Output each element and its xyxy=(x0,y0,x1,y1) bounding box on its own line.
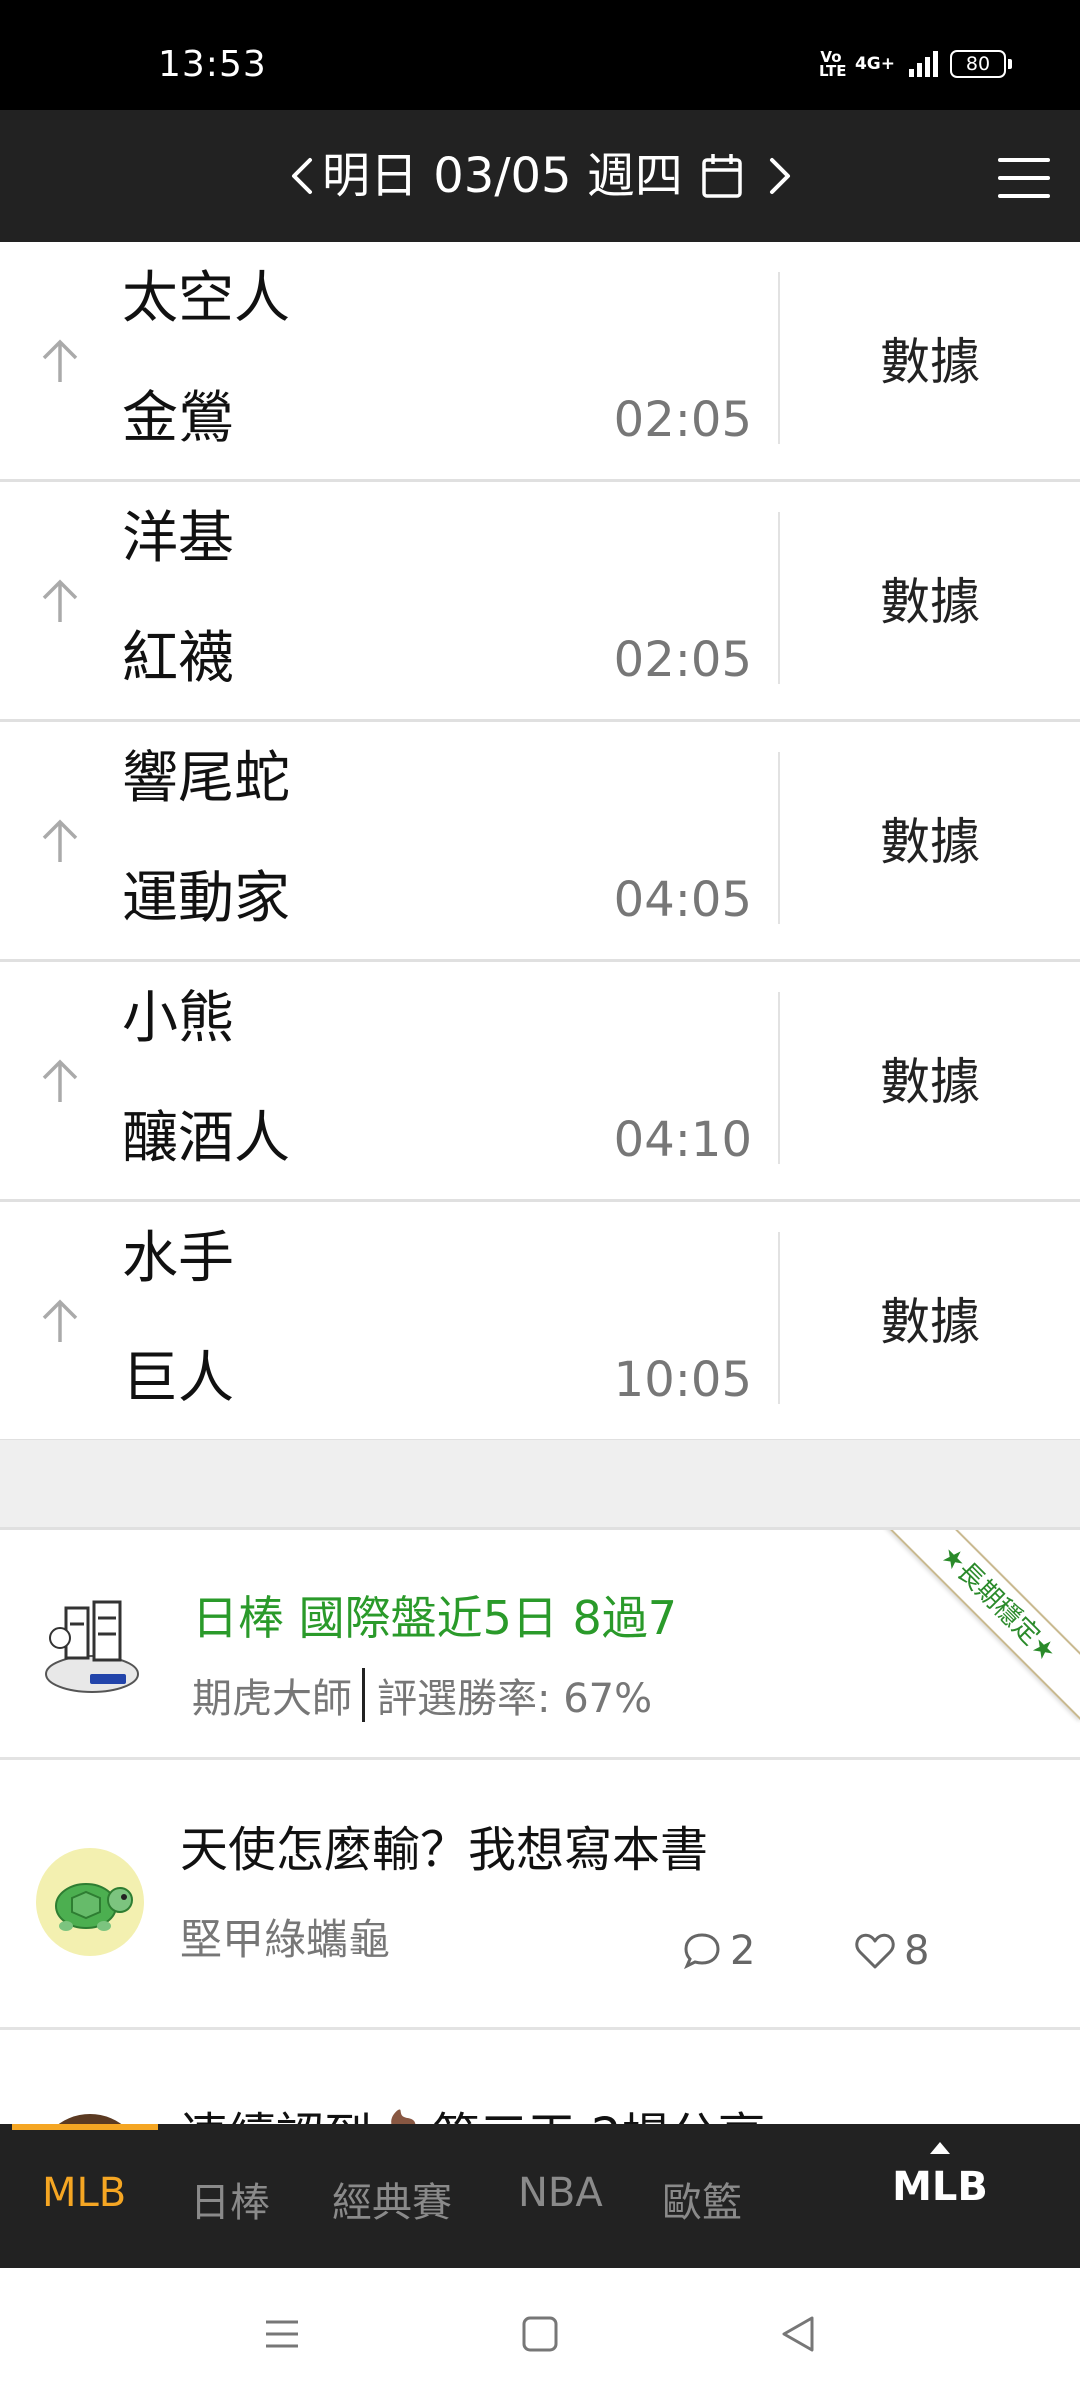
long-term-stable-badge: ★長期穩定★ xyxy=(882,1530,1080,1720)
post-title[interactable]: 連續認到💩第三天 2場分享 xyxy=(180,2096,766,2124)
games-list: 太空人 金鶯 02:05 數據 洋基 紅襪 02:05 數據 響尾蛇 運動家 0… xyxy=(0,242,1080,1442)
arrow-up-icon[interactable] xyxy=(38,336,82,386)
meta-separator xyxy=(362,1668,365,1722)
stats-button[interactable]: 數據 xyxy=(780,722,1080,962)
team-home: 紅襪 xyxy=(122,626,234,691)
like-count[interactable]: 8 xyxy=(854,1928,929,1974)
arrow-up-icon[interactable] xyxy=(38,1056,82,1106)
team-away: 水手 xyxy=(122,1226,234,1291)
comment-icon xyxy=(684,1933,720,1970)
team-away: 響尾蛇 xyxy=(122,746,290,811)
stats-button[interactable]: 數據 xyxy=(780,482,1080,722)
volte-icon: Vo LTE xyxy=(818,48,847,80)
game-time: 02:05 xyxy=(613,632,752,688)
heart-icon xyxy=(855,1933,895,1969)
tab-classic[interactable]: 經典賽 xyxy=(332,2170,452,2228)
tab-nba[interactable]: NBA xyxy=(518,2170,603,2216)
system-nav-bar xyxy=(0,2268,1080,2400)
game-time: 10:05 xyxy=(613,1352,752,1408)
avatar[interactable] xyxy=(36,2114,144,2124)
back-icon[interactable] xyxy=(776,2312,820,2356)
arrow-up-icon[interactable] xyxy=(38,816,82,866)
tab-mlb[interactable]: MLB xyxy=(42,2170,126,2216)
forum-post-partial[interactable]: 連續認到💩第三天 2場分享 xyxy=(0,2030,1080,2124)
expert-logo-icon xyxy=(45,1600,139,1693)
tip-card[interactable]: 日棒 國際盤近5日 8過7 期虎大師 評選勝率: 67% ★長期穩定★ xyxy=(0,1530,1080,1760)
caret-up-icon xyxy=(930,2142,950,2154)
menu-icon[interactable] xyxy=(998,158,1050,198)
post-title[interactable]: 天使怎麼輸？我想寫本書 xyxy=(180,1810,708,1880)
tip-meta: 期虎大師 評選勝率: 67% xyxy=(192,1666,652,1724)
tip-title: 日棒 國際盤近5日 8過7 xyxy=(192,1591,678,1645)
game-time: 02:05 xyxy=(613,392,752,448)
game-row[interactable]: 小熊 釀酒人 04:10 數據 xyxy=(0,962,1080,1202)
stats-button[interactable]: 數據 xyxy=(780,962,1080,1202)
tip-author: 期虎大師 xyxy=(192,1676,352,1722)
game-time: 04:10 xyxy=(613,1112,752,1168)
active-tab-indicator xyxy=(12,2124,158,2130)
game-row[interactable]: 太空人 金鶯 02:05 數據 xyxy=(0,242,1080,482)
game-row[interactable]: 洋基 紅襪 02:05 數據 xyxy=(0,482,1080,722)
team-home: 巨人 xyxy=(122,1346,234,1411)
avatar[interactable] xyxy=(36,1848,144,1956)
date-label[interactable]: 明日 03/05 週四 xyxy=(322,144,683,208)
league-selector-label: MLB xyxy=(892,2164,988,2210)
status-time: 13:53 xyxy=(158,44,267,85)
game-row[interactable]: 水手 巨人 10:05 數據 xyxy=(0,1202,1080,1442)
battery-level: 80 xyxy=(950,50,1006,78)
section-divider xyxy=(0,1440,1080,1530)
home-icon[interactable] xyxy=(518,2312,562,2356)
comment-count-value: 2 xyxy=(730,1928,756,1974)
stats-button[interactable]: 數據 xyxy=(780,242,1080,482)
comment-count[interactable]: 2 xyxy=(682,1928,755,1974)
bottom-tab-bar: MLB 日棒 經典賽 NBA 歐籃 MLB xyxy=(0,2124,1080,2268)
league-selector[interactable]: MLB xyxy=(880,2142,1000,2210)
team-away: 洋基 xyxy=(122,506,234,571)
status-bar: 13:53 Vo LTE 4G+ 80 xyxy=(0,0,1080,110)
team-away: 小熊 xyxy=(122,986,234,1051)
recent-apps-icon[interactable] xyxy=(260,2312,304,2356)
team-home: 釀酒人 xyxy=(122,1106,290,1171)
chevron-right-icon[interactable] xyxy=(760,154,800,198)
app-header: 明日 03/05 週四 xyxy=(0,110,1080,242)
tip-win-rate: 評選勝率: 67% xyxy=(377,1676,653,1722)
arrow-up-icon[interactable] xyxy=(38,576,82,626)
stats-button[interactable]: 數據 xyxy=(780,1202,1080,1442)
game-time: 04:05 xyxy=(613,872,752,928)
post-author[interactable]: 堅甲綠蠵龜 xyxy=(180,1906,390,1967)
like-count-value: 8 xyxy=(904,1928,930,1974)
team-home: 金鶯 xyxy=(122,386,234,451)
signal-icon xyxy=(909,51,938,77)
battery-icon: 80 xyxy=(950,50,1012,78)
tab-euroleague[interactable]: 歐籃 xyxy=(662,2170,742,2228)
forum-post[interactable]: 天使怎麼輸？我想寫本書 堅甲綠蠵龜 2 8 xyxy=(0,1760,1080,2030)
network-type: 4G+ xyxy=(854,54,895,74)
team-home: 運動家 xyxy=(122,866,290,931)
arrow-up-icon[interactable] xyxy=(38,1296,82,1346)
chevron-left-icon[interactable] xyxy=(282,154,322,198)
status-icons: Vo LTE 4G+ 80 xyxy=(818,48,1012,80)
turtle-icon xyxy=(55,1883,133,1931)
tab-npb[interactable]: 日棒 xyxy=(190,2170,270,2228)
team-away: 太空人 xyxy=(122,266,290,331)
calendar-icon[interactable] xyxy=(700,152,744,200)
game-row[interactable]: 響尾蛇 運動家 04:05 數據 xyxy=(0,722,1080,962)
